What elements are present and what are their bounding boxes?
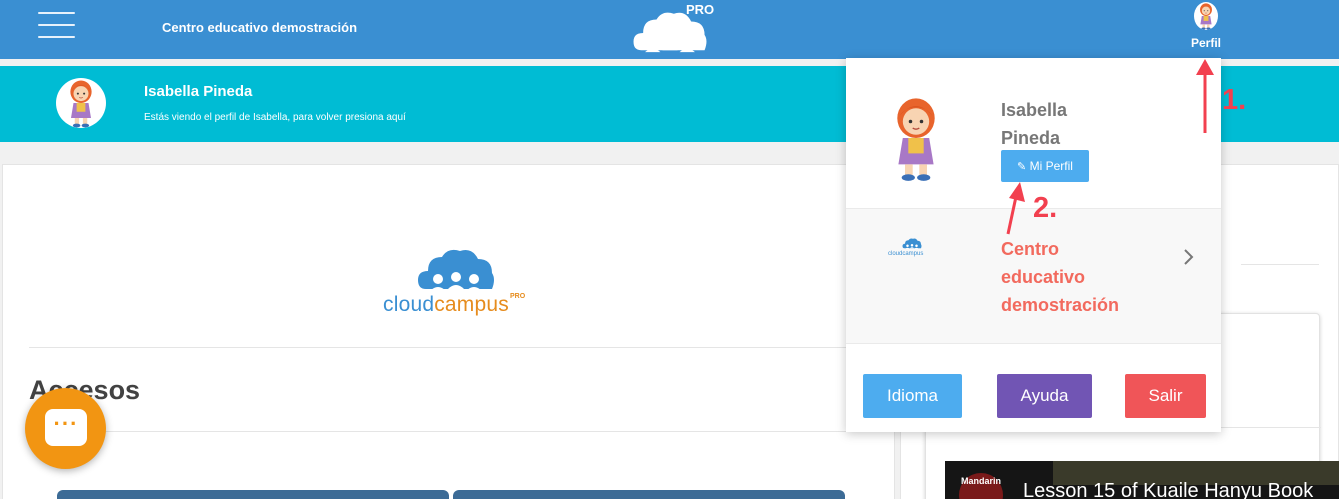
- help-button[interactable]: Ayuda: [997, 374, 1092, 418]
- annotation-arrow: [1196, 59, 1214, 133]
- profile-avatar: [1194, 2, 1218, 30]
- cloudcampus-logo[interactable]: PRO: [630, 2, 715, 56]
- my-profile-label: Mi Perfil: [1029, 159, 1073, 173]
- profile-button[interactable]: Perfil: [1183, 2, 1229, 56]
- access-tile[interactable]: [453, 490, 845, 499]
- profile-dropdown: Isabella Pineda ✎ Mi Perfil cloudcampus …: [846, 58, 1221, 432]
- dropdown-avatar: [880, 94, 952, 182]
- chevron-right-icon: [1184, 249, 1194, 265]
- divider: [29, 431, 872, 432]
- language-button[interactable]: Idioma: [863, 374, 962, 418]
- brand-tag: PRO: [510, 293, 526, 300]
- channel-avatar: Mandarin: [959, 473, 1003, 499]
- my-profile-button[interactable]: ✎ Mi Perfil: [1001, 150, 1089, 182]
- chat-button[interactable]: ···: [25, 388, 106, 469]
- video-title: Lesson 15 of Kuaile Hanyu Book: [1023, 480, 1314, 499]
- school-logo-text: cloudcampus: [888, 251, 924, 257]
- top-navbar: Centro educativo demostración PRO Perfil: [0, 0, 1339, 59]
- profile-label: Perfil: [1190, 36, 1221, 50]
- logout-button[interactable]: Salir: [1125, 374, 1206, 418]
- avatar: [56, 78, 106, 128]
- annotation-step2: 2.: [1033, 192, 1058, 224]
- pencil-icon: ✎: [1017, 161, 1027, 173]
- brand-name: cloudcampus: [383, 293, 509, 316]
- divider: [1241, 264, 1319, 265]
- divider: [29, 347, 872, 348]
- hamburger-icon[interactable]: [38, 12, 75, 38]
- video-thumbnail[interactable]: Mandarin Lesson 15 of Kuaile Hanyu Book: [945, 461, 1339, 499]
- cloudcampus-main-logo: cloudcampus PRO: [383, 245, 528, 320]
- annotation-step1: 1.: [1222, 84, 1247, 116]
- school-switcher[interactable]: cloudcampus Centro educativo demostració…: [846, 208, 1221, 344]
- return-link[interactable]: Estás viendo el perfil de Isabella, para…: [144, 112, 406, 123]
- logo-pro-tag: PRO: [686, 2, 715, 17]
- dropdown-user-name: Isabella Pineda: [1001, 100, 1068, 148]
- main-panel: cloudcampus PRO Accesos: [2, 164, 895, 499]
- dropdown-school-name: Centro educativo demostración: [1001, 239, 1120, 315]
- chat-dots: ···: [53, 411, 79, 436]
- school-logo: cloudcampus: [888, 237, 936, 263]
- viewing-user-name: Isabella Pineda: [144, 83, 253, 100]
- access-tile[interactable]: [57, 490, 449, 499]
- annotation-arrow: [1006, 182, 1025, 235]
- school-name: Centro educativo demostración: [162, 20, 358, 35]
